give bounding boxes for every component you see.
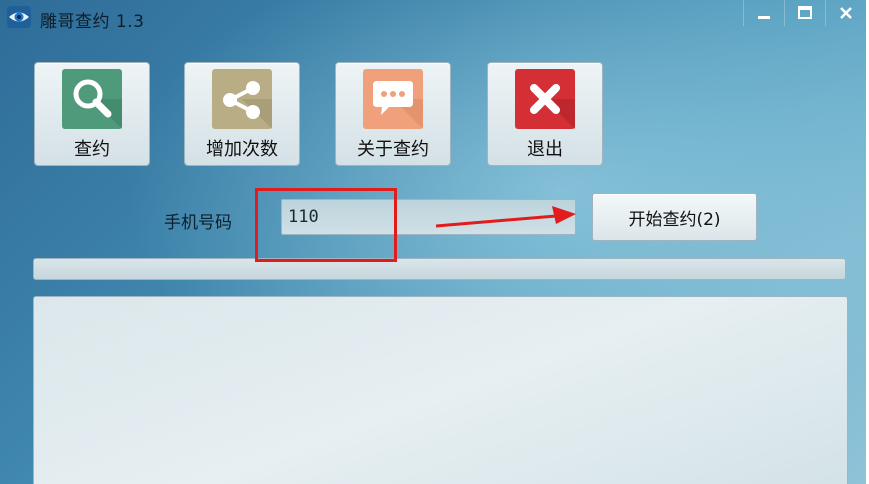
query-button[interactable]: 查约 bbox=[34, 62, 150, 166]
share-icon bbox=[212, 69, 272, 129]
close-button[interactable] bbox=[825, 0, 866, 26]
app-window: 雕哥查约 1.3 查约 增加次数 关于查约 退出 手机号码 110 开始查约(2… bbox=[0, 0, 866, 484]
title-bar[interactable]: 雕哥查约 1.3 bbox=[0, 0, 866, 34]
add-count-button[interactable]: 增加次数 bbox=[184, 62, 300, 166]
close-icon bbox=[840, 7, 852, 19]
exit-button-label: 退出 bbox=[527, 139, 563, 160]
maximize-icon bbox=[798, 6, 812, 19]
window-title: 雕哥查约 1.3 bbox=[40, 12, 145, 32]
search-icon bbox=[62, 69, 122, 129]
chat-bubble-icon bbox=[363, 69, 423, 129]
eye-logo-icon bbox=[6, 5, 32, 29]
add-count-button-label: 增加次数 bbox=[206, 139, 278, 160]
window-controls bbox=[743, 0, 866, 30]
about-button[interactable]: 关于查约 bbox=[335, 62, 451, 166]
query-button-label: 查约 bbox=[74, 139, 110, 160]
start-query-button[interactable]: 开始查约(2) bbox=[592, 193, 757, 241]
progress-bar bbox=[33, 258, 846, 280]
minimize-button[interactable] bbox=[743, 0, 784, 26]
minimize-icon bbox=[758, 16, 770, 19]
exit-button[interactable]: 退出 bbox=[487, 62, 603, 166]
phone-number-label: 手机号码 bbox=[164, 213, 232, 233]
highlight-box bbox=[255, 188, 397, 262]
about-button-label: 关于查约 bbox=[357, 139, 429, 160]
close-x-icon bbox=[515, 69, 575, 129]
arrow-icon bbox=[435, 206, 576, 228]
maximize-button[interactable] bbox=[784, 0, 825, 26]
results-area[interactable] bbox=[33, 296, 848, 484]
